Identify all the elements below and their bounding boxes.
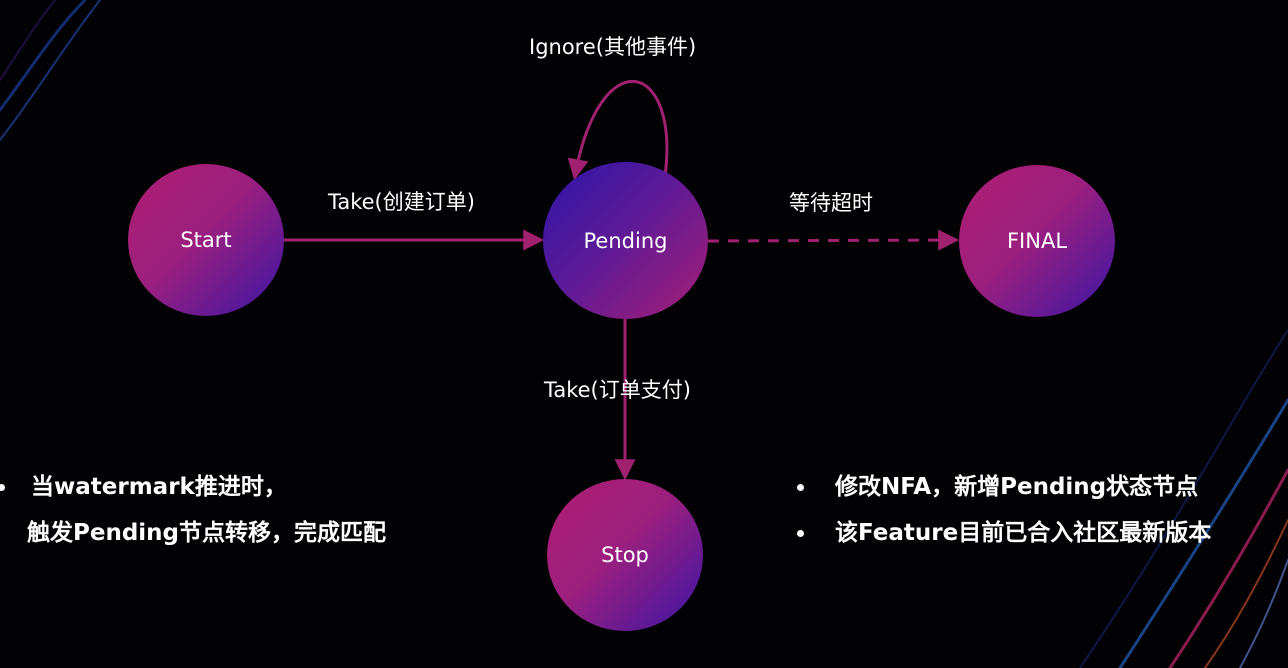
edge-label-take-create: Take(创建订单) (328, 190, 475, 214)
notes-left: 当watermark推进时， 触发Pending节点转移，完成匹配 (0, 464, 520, 556)
note-left-continuation: 触发Pending节点转移，完成匹配 (0, 510, 520, 556)
node-stop: Stop (547, 479, 703, 631)
edge-label-wait-timeout: 等待超时 (789, 191, 873, 215)
node-start: Start (128, 164, 284, 316)
node-pending: Pending (543, 162, 708, 319)
note-right-item: 修改NFA，新增Pending状态节点 (797, 464, 1277, 510)
bullet-dot-icon (797, 530, 804, 537)
notes-right: 修改NFA，新增Pending状态节点 该Feature目前已合入社区最新版本 (797, 464, 1277, 556)
note-left-text-1: 当watermark推进时， (31, 474, 287, 500)
bullet-dot-icon (797, 484, 804, 491)
note-left-text-2: 触发Pending节点转移，完成匹配 (27, 520, 387, 546)
edge-pending-to-final (707, 229, 960, 251)
note-right-item: 该Feature目前已合入社区最新版本 (797, 510, 1277, 556)
edge-label-take-pay: Take(订单支付) (544, 378, 691, 402)
node-pending-label: Pending (583, 228, 668, 253)
note-left-item: 当watermark推进时， (0, 464, 520, 510)
node-stop-label: Stop (601, 543, 649, 567)
node-start-label: Start (180, 228, 232, 252)
note-right-text-2: 该Feature目前已合入社区最新版本 (835, 520, 1212, 546)
note-right-text-1: 修改NFA，新增Pending状态节点 (835, 474, 1199, 500)
node-final: FINAL (959, 165, 1115, 317)
node-final-label: FINAL (1006, 229, 1068, 253)
bullet-dot-icon (0, 484, 5, 491)
edge-label-ignore: Ignore(其他事件) (529, 35, 697, 59)
